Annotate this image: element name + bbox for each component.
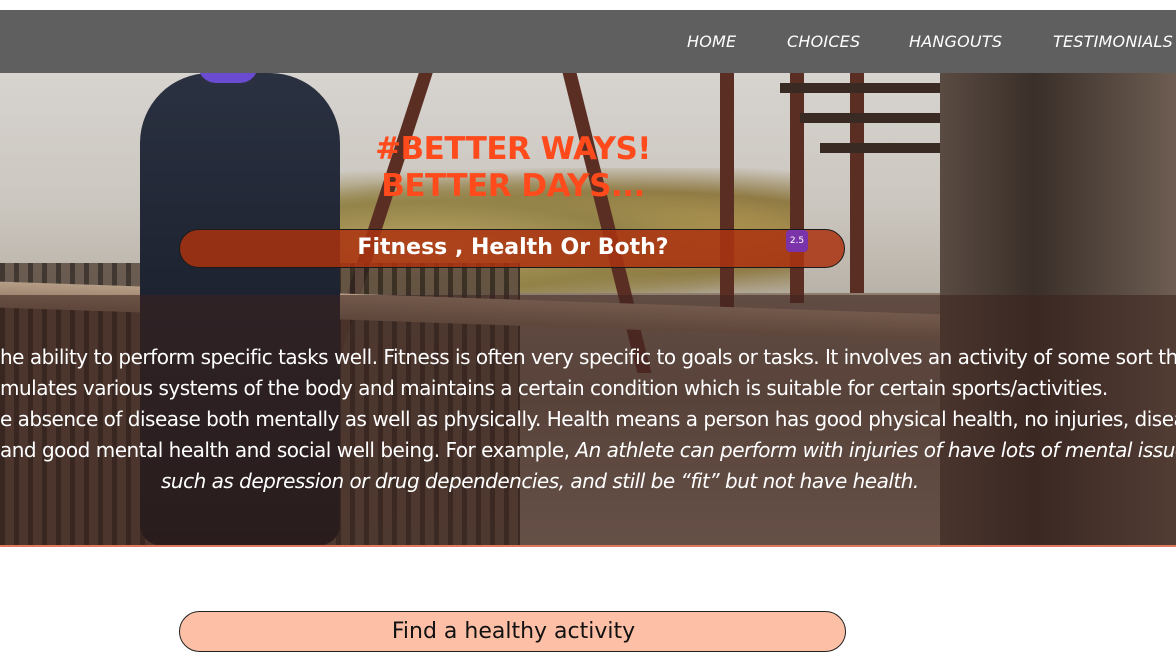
nav-item-home[interactable]: HOME — [687, 32, 736, 51]
hero-bottom-border — [0, 545, 1176, 547]
hero-paragraph-italic-example-cont: such as depression or drug dependencies,… — [161, 469, 919, 493]
nav-item-hangouts[interactable]: HANGOUTS — [909, 32, 1002, 51]
hero-paragraph-line-3: e absence of disease both mentally as we… — [0, 407, 1176, 431]
hero-section: #BETTER WAYS! BETTER DAYS... Fitness , H… — [0, 73, 1176, 545]
top-strip — [0, 0, 1176, 10]
find-activity-button[interactable]: Find a healthy activity — [179, 611, 846, 652]
hero-headline-line-2: BETTER DAYS... — [381, 168, 645, 204]
hero-headline-line-1: #BETTER WAYS! — [375, 131, 651, 167]
hero-paragraph-line-4: and good mental health and social well b… — [0, 435, 1176, 466]
nav-item-choices[interactable]: CHOICES — [787, 32, 860, 51]
badge-icon: 2.5 — [786, 230, 808, 252]
hero-paragraph-line-1: he ability to perform specific tasks wel… — [0, 345, 1176, 369]
hero-paragraph-line-5: such as depression or drug dependencies,… — [161, 466, 919, 497]
hero-paragraph-line-2: mulates various systems of the body and … — [0, 376, 1108, 400]
hero-paragraph-line-4-text: and good mental health and social well b… — [0, 438, 576, 462]
top-navigation-bar: HOME CHOICES HANGOUTS TESTIMONIALS — [0, 10, 1176, 73]
question-pill-label: Fitness , Health Or Both? — [357, 235, 669, 260]
hero-paragraph-italic-example: An athlete can perform with injuries of … — [575, 438, 1176, 462]
nav-item-testimonials[interactable]: TESTIMONIALS — [1053, 32, 1173, 51]
question-pill: Fitness , Health Or Both? — [179, 229, 845, 268]
find-activity-button-label: Find a healthy activity — [391, 619, 636, 644]
